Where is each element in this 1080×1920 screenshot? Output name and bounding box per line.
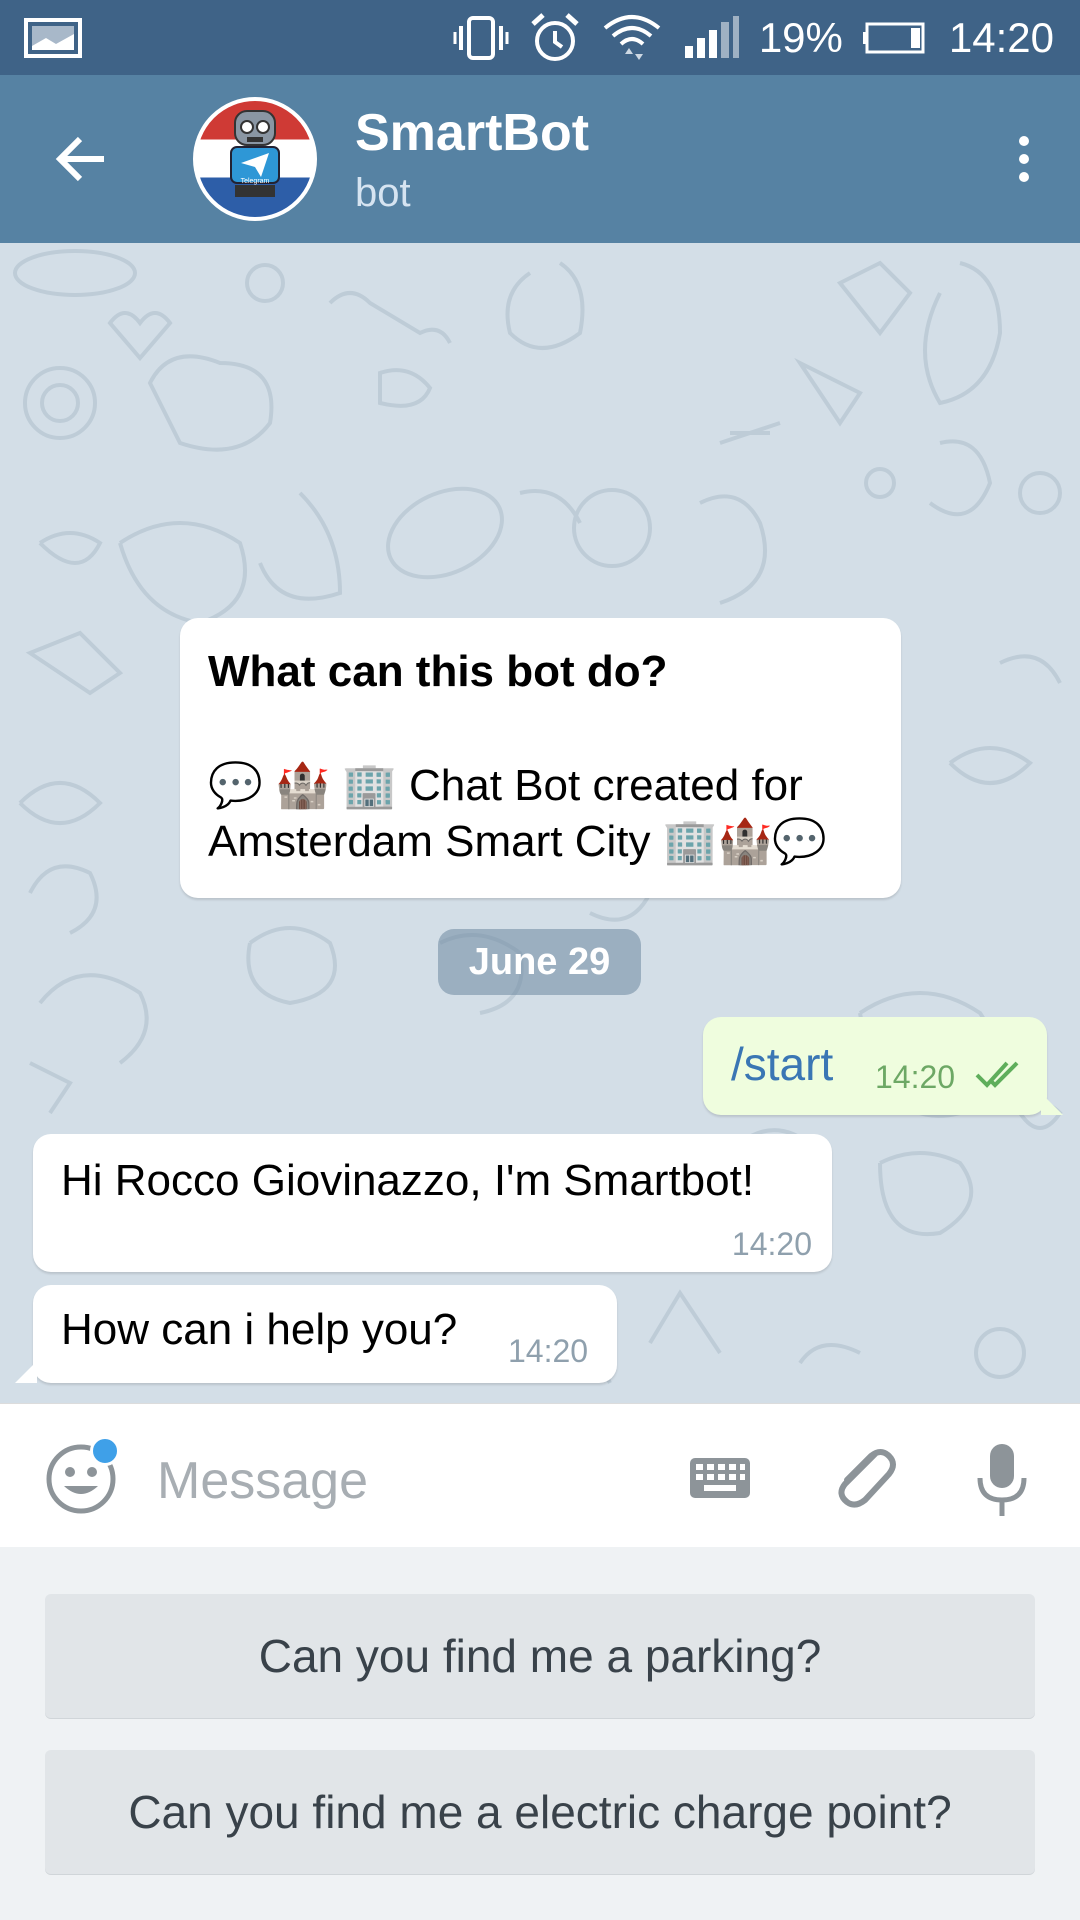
new-stickers-badge	[90, 1436, 120, 1466]
date-separator: June 29	[438, 929, 641, 995]
status-bar: 19% 14:20	[0, 0, 1080, 75]
message-time: 14:20	[731, 1226, 812, 1262]
outgoing-message[interactable]: /start 14:20	[703, 1017, 1063, 1115]
battery-icon	[862, 21, 929, 55]
battery-percent: 19%	[758, 13, 843, 61]
keyboard-icon[interactable]	[688, 1454, 752, 1502]
avatar-logo-text: Telegram	[241, 178, 270, 185]
wifi-icon	[601, 10, 663, 66]
clock-time: 14:20	[948, 13, 1054, 61]
message-text[interactable]: Hi Rocco Giovinazzo, I'm Smartbot!	[61, 1156, 754, 1206]
message-time: 14:20	[875, 1059, 956, 1095]
back-arrow-icon[interactable]	[48, 127, 112, 191]
reply-button-parking[interactable]: Can you find me a parking?	[45, 1594, 1035, 1718]
bot-avatar[interactable]: Telegram	[193, 97, 317, 221]
alarm-icon	[529, 12, 581, 64]
more-options-icon[interactable]	[1004, 127, 1044, 191]
message-input[interactable]	[155, 1440, 659, 1522]
message-list[interactable]: What can this bot do? 💬 🏰 🏢 Chat Bot cre…	[0, 243, 1080, 1403]
message-text[interactable]: How can i help you?	[61, 1305, 457, 1355]
incoming-message[interactable]: Hi Rocco Giovinazzo, I'm Smartbot! 14:20	[33, 1134, 832, 1272]
signal-icon	[683, 15, 739, 60]
message-composer	[0, 1403, 1080, 1548]
bot-info-title: What can this bot do?	[208, 647, 668, 696]
chat-title[interactable]: SmartBot	[355, 103, 589, 163]
double-check-icon	[975, 1059, 1023, 1094]
incoming-message[interactable]: How can i help you? 14:20	[15, 1285, 617, 1383]
paperclip-icon[interactable]	[825, 1440, 901, 1516]
reply-button-charge-point[interactable]: Can you find me a electric charge point?	[45, 1750, 1035, 1874]
microphone-icon[interactable]	[972, 1440, 1032, 1520]
chat-subtitle: bot	[355, 171, 411, 215]
bot-info-description: 💬 🏰 🏢 Chat Bot created for Amsterdam Sma…	[208, 761, 828, 866]
bot-reply-keyboard: Can you find me a parking? Can you find …	[0, 1547, 1080, 1920]
chat-header: Telegram SmartBot bot	[0, 75, 1080, 243]
gallery-notification-icon	[24, 18, 82, 63]
message-text[interactable]: /start	[731, 1037, 833, 1091]
message-time: 14:20	[508, 1333, 589, 1369]
vibrate-icon	[453, 14, 509, 62]
bot-info-card: What can this bot do? 💬 🏰 🏢 Chat Bot cre…	[180, 618, 901, 898]
